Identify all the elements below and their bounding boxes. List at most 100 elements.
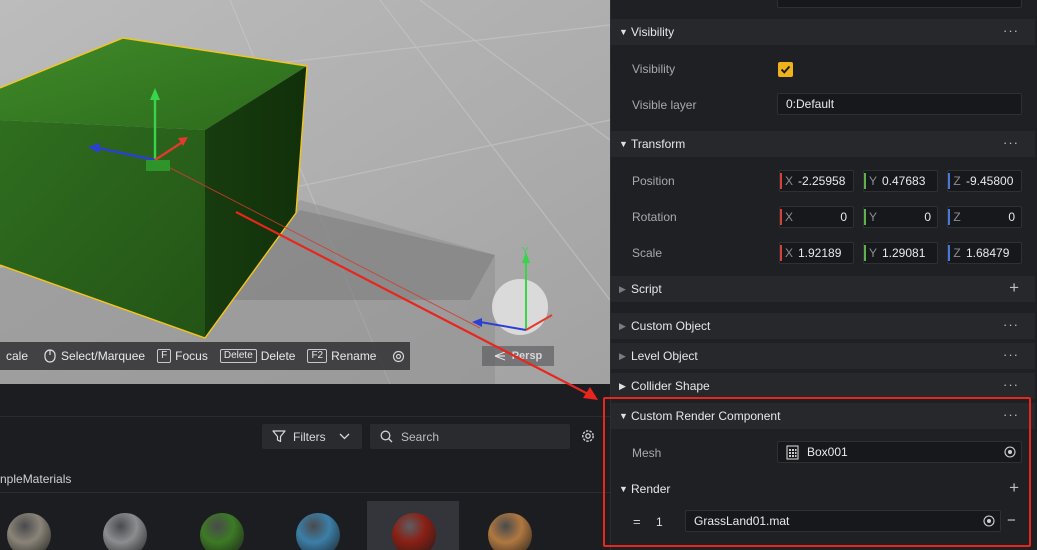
perspective-toggle[interactable]: Persp xyxy=(482,346,554,366)
rotation-x-value: 0 xyxy=(840,210,847,224)
render-material-value: GrassLand01.mat xyxy=(694,514,790,528)
more-options-icon[interactable]: ··· xyxy=(1003,23,1019,38)
scale-z-value: 1.68479 xyxy=(966,246,1010,260)
y-axis-label: Y xyxy=(868,210,877,224)
more-options-icon[interactable]: ··· xyxy=(1003,407,1019,422)
section-script[interactable]: ▶ Script + xyxy=(611,276,1035,302)
y-axis-bar xyxy=(864,173,866,189)
caret-down-icon: ▼ xyxy=(619,411,628,421)
rotation-y-field[interactable]: Y0 xyxy=(863,206,938,228)
more-options-icon[interactable]: ··· xyxy=(1003,317,1019,332)
scale-z-field[interactable]: Z 1.68479 xyxy=(947,242,1022,264)
rotation-x-field[interactable]: X0 xyxy=(779,206,854,228)
section-transform[interactable]: ▼ Transform ··· xyxy=(611,131,1035,157)
filter-icon xyxy=(272,430,286,443)
position-z-field[interactable]: Z -9.45800 xyxy=(947,170,1022,192)
section-title: Level Object xyxy=(631,349,698,363)
scale-y-value: 1.29081 xyxy=(882,246,926,260)
focus-label: Focus xyxy=(175,349,208,363)
asset-search-input[interactable]: Search xyxy=(370,424,570,449)
render-index: 1 xyxy=(656,515,663,529)
thumbnail-grey-material[interactable] xyxy=(100,510,150,550)
visible-layer-field[interactable]: 0:Default xyxy=(777,93,1022,115)
perspective-icon xyxy=(494,351,505,361)
caret-down-icon: ▼ xyxy=(619,484,628,494)
rotation-z-value: 0 xyxy=(1008,210,1015,224)
thumbnail-wood-material[interactable] xyxy=(485,510,535,550)
rotation-z-field[interactable]: Z0 xyxy=(947,206,1022,228)
caret-right-icon: ▶ xyxy=(619,380,626,391)
scale-tool[interactable]: cale xyxy=(0,342,34,370)
visibility-label: Visibility xyxy=(632,62,676,76)
rotation-label: Rotation xyxy=(632,210,677,224)
section-title: Transform xyxy=(631,137,686,151)
thumbnail-stone-material[interactable] xyxy=(4,510,54,550)
panel-divider xyxy=(0,492,610,493)
y-axis-bar xyxy=(864,209,866,225)
view-settings-button[interactable] xyxy=(386,342,411,370)
visible-layer-label: Visible layer xyxy=(632,98,697,112)
more-options-icon[interactable]: ··· xyxy=(1003,347,1019,362)
rename-tool[interactable]: F2 Rename xyxy=(301,342,382,370)
visibility-checkbox[interactable] xyxy=(778,62,793,77)
mesh-field[interactable]: Box001 xyxy=(777,441,1022,463)
add-icon[interactable]: + xyxy=(1009,478,1019,498)
thumbnail-water-material[interactable] xyxy=(293,510,343,550)
gear-icon[interactable] xyxy=(580,428,596,444)
render-material-field[interactable]: GrassLand01.mat xyxy=(685,510,1001,532)
caret-down-icon: ▼ xyxy=(619,27,628,37)
scale-y-field[interactable]: Y 1.29081 xyxy=(863,242,938,264)
more-options-icon[interactable]: ··· xyxy=(1003,135,1019,150)
section-title: Render xyxy=(631,482,671,496)
select-marquee-tool[interactable]: Select/Marquee xyxy=(38,342,151,370)
position-y-value: 0.47683 xyxy=(882,174,926,188)
remove-icon[interactable]: − xyxy=(1007,512,1016,529)
material-sphere xyxy=(392,513,436,550)
section-visibility[interactable]: ▼ Visibility ··· xyxy=(611,19,1035,45)
section-collider-shape[interactable]: ▶ Collider Shape ··· xyxy=(611,373,1035,399)
search-placeholder: Search xyxy=(401,429,440,444)
material-sphere xyxy=(296,513,340,550)
gizmo-y-label: Y xyxy=(522,246,529,257)
name-field[interactable] xyxy=(777,0,1022,8)
viewport-toolbar: cale Select/Marquee F Focus Delete Delet… xyxy=(0,342,410,370)
folder-path[interactable]: npleMaterials xyxy=(0,472,71,486)
scene-viewport[interactable]: Y cale Select/Marquee F Focus Delete Del… xyxy=(0,0,610,384)
thumbnail-grass-material[interactable] xyxy=(197,510,247,550)
scale-x-field[interactable]: X 1.92189 xyxy=(779,242,854,264)
section-title: Visibility xyxy=(631,25,675,39)
asset-browser: Filters Search npleMaterials xyxy=(0,384,610,550)
section-custom-object[interactable]: ▶ Custom Object ··· xyxy=(611,313,1035,339)
section-title: Collider Shape xyxy=(631,379,710,393)
focus-tool[interactable]: F Focus xyxy=(151,342,214,370)
filters-button[interactable]: Filters xyxy=(262,424,362,449)
checkmark-icon xyxy=(780,65,791,74)
y-axis-label: Y xyxy=(868,174,877,188)
thumbnail-red-material[interactable] xyxy=(389,510,439,550)
z-axis-label: Z xyxy=(953,210,961,224)
caret-down-icon: ▼ xyxy=(619,139,628,149)
delete-tool[interactable]: Delete Delete xyxy=(214,342,302,370)
scene-render[interactable]: Y xyxy=(0,0,610,384)
z-axis-bar xyxy=(948,173,950,189)
search-icon xyxy=(380,430,393,443)
target-picker-icon[interactable] xyxy=(983,515,995,527)
caret-right-icon: ▶ xyxy=(619,283,626,294)
section-render[interactable]: ▼ Render + xyxy=(611,476,1035,502)
more-options-icon[interactable]: ··· xyxy=(1003,377,1019,392)
material-sphere xyxy=(7,513,51,550)
caret-right-icon: ▶ xyxy=(619,320,626,331)
delete-label: Delete xyxy=(260,349,296,363)
section-level-object[interactable]: ▶ Level Object ··· xyxy=(611,343,1035,369)
mesh-file-icon xyxy=(786,444,799,460)
caret-right-icon: ▶ xyxy=(619,350,626,361)
add-icon[interactable]: + xyxy=(1009,278,1019,298)
z-axis-bar xyxy=(948,209,950,225)
target-picker-icon[interactable] xyxy=(1004,446,1016,458)
position-y-field[interactable]: Y 0.47683 xyxy=(863,170,938,192)
scale-label: Scale xyxy=(632,246,663,260)
drag-handle-icon[interactable]: = xyxy=(633,514,641,529)
section-custom-render-component[interactable]: ▼ Custom Render Component ··· xyxy=(611,403,1035,429)
position-z-value: -9.45800 xyxy=(966,174,1014,188)
position-x-field[interactable]: X -2.25958 xyxy=(779,170,854,192)
